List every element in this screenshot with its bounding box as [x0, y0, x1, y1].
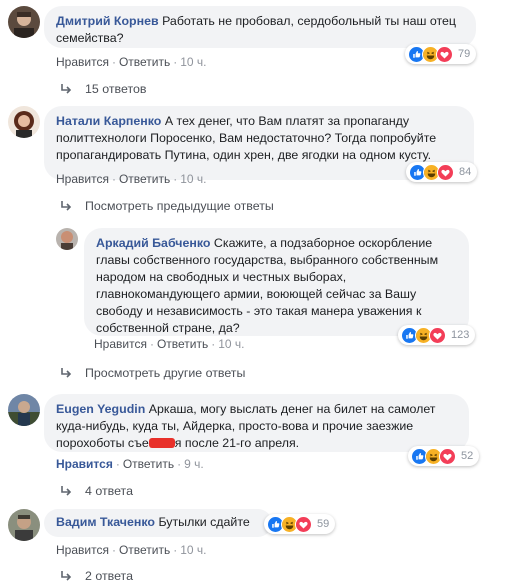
avatar[interactable]: [8, 394, 40, 426]
reactions-count: 123: [451, 329, 470, 341]
like-link[interactable]: Нравится: [56, 457, 113, 471]
reactions-summary[interactable]: 79: [405, 44, 477, 64]
reactions-summary[interactable]: 84: [406, 162, 478, 182]
other-replies-label[interactable]: Просмотреть другие ответы: [85, 366, 245, 380]
replies-count-label[interactable]: 4 ответа: [85, 484, 133, 498]
love-reaction-icon: [429, 326, 446, 344]
view-replies-link[interactable]: 2 ответа: [59, 569, 133, 583]
view-replies-link[interactable]: 4 ответа: [59, 484, 133, 498]
avatar[interactable]: [8, 106, 40, 138]
reply-bubble: Аркадий Бабченко Скажите, а подзаборное …: [84, 228, 469, 336]
comment-author[interactable]: Дмитрий Корнев: [56, 14, 159, 28]
reply-actions: Нравится · Ответить · 10 ч.: [94, 337, 245, 351]
comment-time[interactable]: 10 ч.: [218, 337, 244, 351]
comment-time[interactable]: 10 ч.: [180, 172, 206, 186]
comment-actions: Нравится · Ответить · 10 ч.: [56, 55, 207, 69]
comment-text-end: я после 21-го апреля.: [174, 436, 300, 450]
reply-link[interactable]: Ответить: [157, 337, 208, 351]
love-reaction-icon: [436, 45, 453, 63]
reactions-count: 52: [461, 450, 474, 462]
reply-arrow-icon: [61, 486, 72, 496]
comment-author[interactable]: Eugen Yegudin: [56, 402, 145, 416]
view-replies-link[interactable]: 15 ответов: [59, 82, 146, 96]
reply-arrow-icon: [61, 368, 72, 378]
reply-arrow-icon: [61, 571, 72, 581]
reactions-summary[interactable]: 123: [398, 325, 476, 345]
love-reaction-icon: [437, 163, 454, 181]
like-link[interactable]: Нравится: [56, 172, 109, 186]
reactions-count: 79: [458, 48, 471, 60]
like-link[interactable]: Нравится: [56, 55, 109, 69]
reply-arrow-icon: [61, 84, 72, 94]
previous-replies-label[interactable]: Посмотреть предыдущие ответы: [85, 199, 274, 213]
comment-actions: Нравится · Ответить · 9 ч.: [56, 457, 204, 471]
reactions-count: 84: [459, 166, 472, 178]
reactions-count: 59: [317, 518, 330, 530]
reply-link[interactable]: Ответить: [119, 55, 170, 69]
comment-time[interactable]: 9 ч.: [184, 457, 204, 471]
comment-time[interactable]: 10 ч.: [180, 55, 206, 69]
like-link[interactable]: Нравится: [94, 337, 147, 351]
comment-actions: Нравится · Ответить · 10 ч.: [56, 543, 207, 557]
replies-count-label[interactable]: 2 ответа: [85, 569, 133, 583]
like-link[interactable]: Нравится: [56, 543, 109, 557]
previous-replies-link[interactable]: Посмотреть предыдущие ответы: [59, 199, 274, 213]
comment-author[interactable]: Вадим Ткаченко: [56, 515, 155, 529]
love-reaction-icon: [295, 515, 312, 533]
reactions-summary[interactable]: 52: [408, 446, 480, 466]
reply-arrow-icon: [61, 201, 72, 211]
comment-time[interactable]: 10 ч.: [180, 543, 206, 557]
comment-bubble: Eugen Yegudin Аркаша, могу выслать денег…: [44, 394, 469, 452]
other-replies-link[interactable]: Просмотреть другие ответы: [59, 366, 245, 380]
reactions-summary[interactable]: 59: [264, 514, 336, 534]
comment-bubble: Дмитрий Корнев Работать не пробовал, сер…: [44, 6, 476, 48]
reply-link[interactable]: Ответить: [119, 172, 170, 186]
reply-author[interactable]: Аркадий Бабченко: [96, 236, 210, 250]
reply-link[interactable]: Ответить: [119, 543, 170, 557]
avatar[interactable]: [8, 509, 40, 541]
replies-count-label[interactable]: 15 ответов: [85, 82, 146, 96]
avatar[interactable]: [56, 228, 78, 250]
comment-bubble: Вадим Ткаченко Бутылки сдайте: [44, 509, 272, 537]
love-reaction-icon: [439, 447, 456, 465]
comment-author[interactable]: Натали Карпенко: [56, 114, 161, 128]
reply-link[interactable]: Ответить: [123, 457, 174, 471]
avatar[interactable]: [8, 6, 40, 38]
comment-actions: Нравится · Ответить · 10 ч.: [56, 172, 207, 186]
redaction-scribble: [148, 438, 175, 448]
reply-text: Скажите, а подзаборное оскорбление главы…: [96, 236, 439, 335]
comment-text: Бутылки сдайте: [158, 515, 250, 529]
